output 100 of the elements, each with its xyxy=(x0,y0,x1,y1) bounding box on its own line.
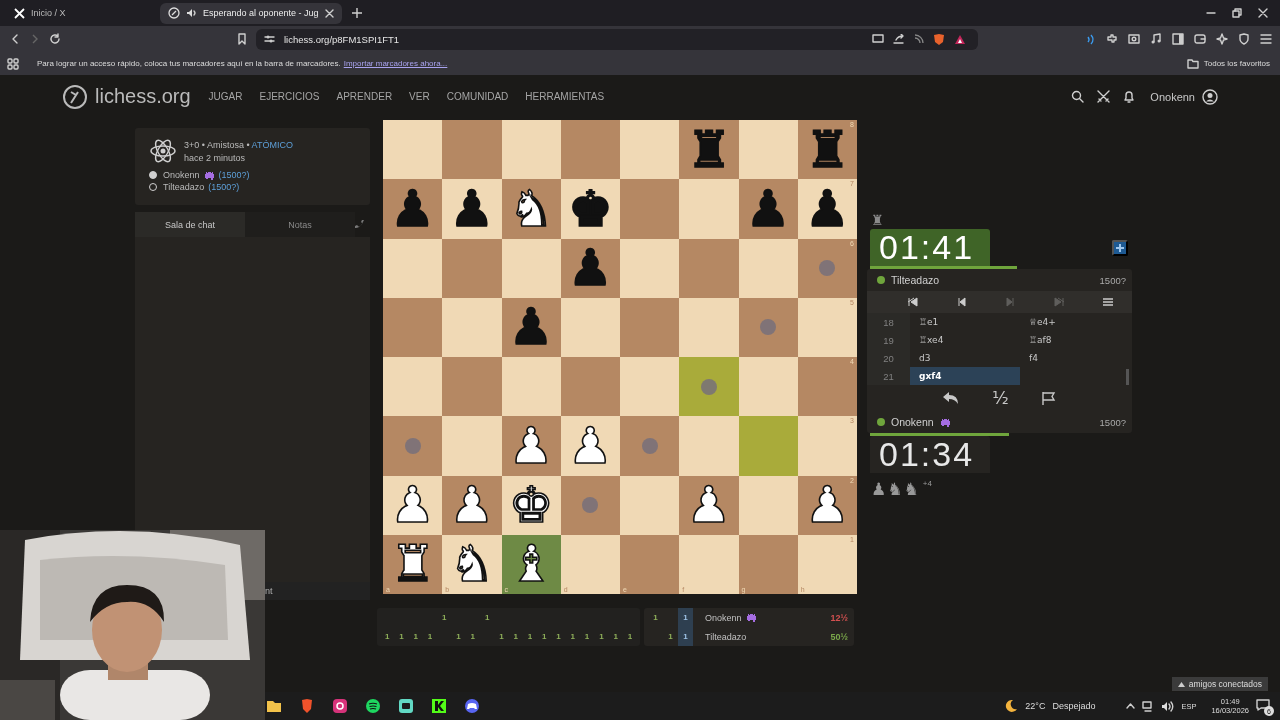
move[interactable]: f4 xyxy=(1020,349,1132,367)
board-square[interactable] xyxy=(738,297,798,357)
screen-search-icon[interactable] xyxy=(1128,33,1140,45)
new-tab-icon[interactable] xyxy=(351,8,362,18)
game-result[interactable]: 1 xyxy=(427,632,433,641)
board-square[interactable] xyxy=(560,120,620,180)
game-result[interactable]: 1 xyxy=(527,632,533,641)
friends-popup[interactable]: amigos conectados xyxy=(1171,677,1268,691)
chat-input[interactable]: nt xyxy=(265,582,370,600)
game-result[interactable]: 1 xyxy=(484,613,490,622)
game-controller-icon[interactable] xyxy=(464,698,480,714)
chess-piece[interactable]: ♟ xyxy=(390,183,436,234)
sidebar-icon[interactable] xyxy=(1172,33,1184,45)
site-logo[interactable]: lichess.org xyxy=(95,85,191,108)
game-result[interactable]: 1 xyxy=(413,632,418,641)
board-square[interactable] xyxy=(560,297,620,357)
board-square[interactable]: ♜ xyxy=(679,120,739,180)
board-square[interactable] xyxy=(620,238,680,298)
move[interactable]: ♖e1 xyxy=(910,313,1020,331)
move-hint-dot[interactable] xyxy=(760,319,777,336)
shield-icon[interactable] xyxy=(933,32,945,46)
move-hint-dot[interactable] xyxy=(819,260,836,277)
site-settings-icon[interactable] xyxy=(264,34,275,44)
username-link[interactable]: Onokenn xyxy=(1150,90,1195,103)
game-result[interactable]: 1 xyxy=(599,632,604,641)
game-result[interactable]: 1 xyxy=(384,632,390,641)
user-icon[interactable] xyxy=(1202,88,1218,105)
player-name[interactable]: Onokenn xyxy=(705,612,742,623)
board-square[interactable] xyxy=(383,297,443,357)
move[interactable]: ♖xe4 xyxy=(910,331,1020,349)
chess-piece[interactable]: ♟ xyxy=(567,243,613,294)
sound-waves-icon[interactable] xyxy=(365,698,381,714)
nav-link[interactable]: APRENDER xyxy=(336,91,393,102)
board-square[interactable]: ♟ xyxy=(560,238,620,298)
move-hint-dot[interactable] xyxy=(582,497,599,514)
move[interactable]: ♖af8 xyxy=(1020,331,1132,349)
board-square[interactable] xyxy=(620,120,680,180)
close-icon[interactable] xyxy=(324,8,334,18)
shield-icon[interactable] xyxy=(1238,33,1250,45)
puzzle-icon[interactable] xyxy=(1106,33,1118,45)
board-square[interactable] xyxy=(620,297,680,357)
player-name[interactable]: Tilteadazo xyxy=(163,182,205,192)
triangle-icon[interactable] xyxy=(954,33,966,45)
bookmark-icon[interactable] xyxy=(237,33,247,45)
folder-icon[interactable] xyxy=(266,698,282,714)
game-result[interactable]: 1 xyxy=(399,632,404,641)
chat-tab[interactable]: Notas xyxy=(245,212,355,237)
chess-piece[interactable]: ♟ xyxy=(804,183,850,234)
weather-text[interactable]: Despejado xyxy=(1052,701,1096,711)
game-result[interactable]: 1 xyxy=(513,632,518,641)
game-result[interactable]: 1 xyxy=(627,632,633,641)
chess-piece[interactable]: ♟ xyxy=(745,183,791,234)
all-bookmarks-button[interactable]: Todos los favoritos xyxy=(1186,58,1280,69)
nav-link[interactable]: COMUNIDAD xyxy=(446,91,509,102)
browser-tab[interactable]: Inicio / X xyxy=(6,2,156,24)
move[interactable]: d3 xyxy=(910,349,1020,367)
board-square[interactable]: ♟ xyxy=(442,179,502,239)
board-square[interactable] xyxy=(383,238,443,298)
scrollbar-thumb[interactable] xyxy=(1126,369,1129,385)
game-result[interactable]: 1 xyxy=(556,632,561,641)
game-result[interactable]: 1 xyxy=(613,632,618,641)
move-hint-dot[interactable] xyxy=(641,437,658,454)
board-square[interactable] xyxy=(738,238,798,298)
game-result[interactable]: 1 xyxy=(470,632,476,641)
move-hint-dot[interactable] xyxy=(700,378,717,395)
wireless-icon[interactable] xyxy=(1086,33,1096,45)
nav-link[interactable]: EJERCICIOS xyxy=(259,91,320,102)
network-icon[interactable] xyxy=(1142,700,1155,712)
chess-piece[interactable]: ♝ xyxy=(508,539,554,590)
board-square[interactable] xyxy=(738,120,798,180)
board-square[interactable] xyxy=(560,475,620,535)
board-square[interactable] xyxy=(560,357,620,417)
music-icon[interactable] xyxy=(1150,33,1162,45)
import-bookmarks-link[interactable]: Importar marcadores ahora... xyxy=(343,59,448,68)
k-letter-icon[interactable] xyxy=(431,698,447,714)
share-icon[interactable] xyxy=(893,34,905,44)
chess-piece[interactable]: ♚ xyxy=(567,183,613,234)
bell-icon[interactable] xyxy=(1123,90,1136,103)
game-result[interactable]: 1 xyxy=(584,632,590,641)
board-square[interactable]: ♟ xyxy=(501,297,561,357)
board-square[interactable]: ♟ xyxy=(738,179,798,239)
game-result[interactable]: 1 xyxy=(499,632,504,641)
speaker-icon[interactable] xyxy=(1161,700,1175,712)
install-icon[interactable] xyxy=(872,34,884,44)
move[interactable]: gxf4 xyxy=(910,367,1020,385)
game-result[interactable]: 1 xyxy=(442,613,447,622)
reload-icon[interactable] xyxy=(49,33,61,45)
restore-icon[interactable] xyxy=(1232,8,1242,18)
chess-piece[interactable]: ♜ xyxy=(804,124,850,175)
address-bar[interactable]: lichess.org/p8FM1SPI1FT1 xyxy=(256,28,978,50)
chess-piece[interactable]: ♟ xyxy=(449,183,495,234)
temperature[interactable]: 22°C xyxy=(1025,701,1046,711)
board-square[interactable] xyxy=(383,357,443,417)
game-result[interactable]: 1 xyxy=(653,613,658,622)
player-name[interactable]: Onokenn xyxy=(891,416,934,428)
search-icon[interactable] xyxy=(1071,90,1085,103)
game-result[interactable]: 1 xyxy=(683,632,688,641)
camera-icon[interactable] xyxy=(332,698,348,714)
browser-tab[interactable]: Esperando al oponente - Jug xyxy=(160,2,342,24)
sparkle-icon[interactable] xyxy=(1216,33,1228,45)
